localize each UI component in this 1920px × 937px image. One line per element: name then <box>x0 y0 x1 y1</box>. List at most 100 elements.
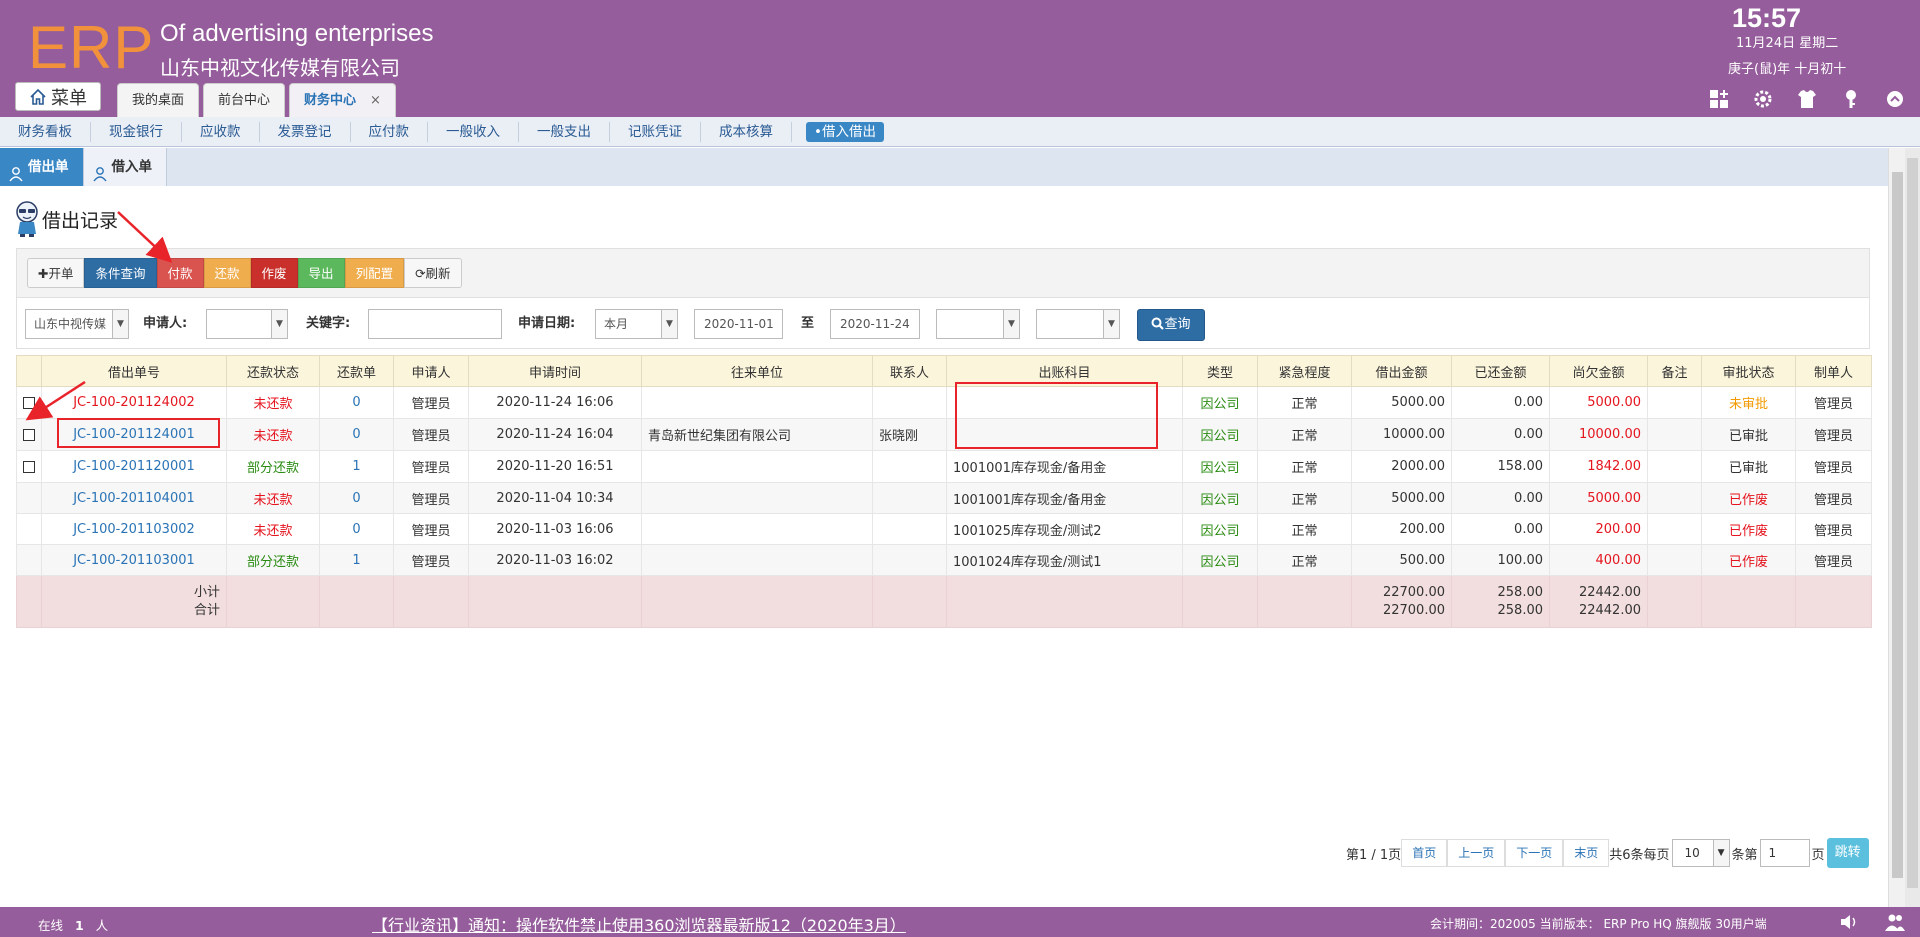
users-icon[interactable] <box>1884 911 1906 933</box>
column-header[interactable]: 往来单位 <box>641 355 873 387</box>
column-header[interactable]: 已还金额 <box>1451 355 1550 387</box>
table-row[interactable]: JC-100-201120001 部分还款 1 管理员 2020-11-20 1… <box>16 450 1872 483</box>
end-date-input[interactable]: 2020-11-24 <box>830 309 920 339</box>
collapse-up-icon[interactable] <box>1884 88 1906 110</box>
repay-count-link[interactable]: 0 <box>319 513 394 545</box>
row-checkbox[interactable] <box>23 460 35 473</box>
applicant-select[interactable]: ▼ <box>206 309 288 339</box>
outer-scrollbar-thumb[interactable] <box>1907 158 1918 888</box>
column-header[interactable]: 申请人 <box>393 355 469 387</box>
company-select[interactable]: 山东中视传媒 ▼ <box>25 309 129 339</box>
menu-button[interactable]: 菜单 <box>15 82 101 111</box>
order-no-link[interactable]: JC-100-201103001 <box>41 544 227 576</box>
tab-finance-center[interactable]: 财务中心 × <box>289 83 396 117</box>
repay-count-link[interactable]: 1 <box>319 544 394 576</box>
tab-my-desktop[interactable]: 我的桌面 <box>117 83 200 117</box>
outer-scrollbar[interactable] <box>1905 148 1920 907</box>
column-header[interactable]: 还款状态 <box>226 355 320 387</box>
column-header[interactable]: 还款单 <box>319 355 394 387</box>
filter-select-1[interactable]: ▼ <box>936 309 1020 339</box>
key-icon[interactable] <box>1840 88 1862 110</box>
filter-select-2[interactable]: ▼ <box>1036 309 1120 339</box>
column-header[interactable]: 尚欠金额 <box>1549 355 1648 387</box>
column-header[interactable]: 审批状态 <box>1701 355 1796 387</box>
subnav-voucher[interactable]: 记账凭证 <box>610 121 701 142</box>
subnav-general-income[interactable]: 一般收入 <box>428 121 519 142</box>
order-no-link[interactable]: JC-100-201124002 <box>41 386 227 419</box>
column-header[interactable]: 申请时间 <box>468 355 642 387</box>
tab-borrow-in[interactable]: 借入单 <box>83 148 167 186</box>
close-tab-icon[interactable]: × <box>370 93 381 108</box>
table-row[interactable]: JC-100-201103001 部分还款 1 管理员 2020-11-03 1… <box>16 544 1872 576</box>
repay-status: 未还款 <box>226 386 320 419</box>
search-icon <box>1151 317 1165 330</box>
per-page-select[interactable]: 10 ▼ <box>1671 839 1730 867</box>
column-header[interactable]: 借出金额 <box>1351 355 1452 387</box>
speaker-icon[interactable] <box>1838 911 1860 933</box>
void-button[interactable]: 作废 <box>250 258 298 288</box>
subnav-invoice[interactable]: 发票登记 <box>260 121 351 142</box>
table-row[interactable]: JC-100-201124002 未还款 0 管理员 2020-11-24 16… <box>16 386 1872 419</box>
order-no-link[interactable]: JC-100-201104001 <box>41 482 227 514</box>
order-no-link[interactable]: JC-100-201103002 <box>41 513 227 545</box>
scrollbar-thumb[interactable] <box>1892 172 1903 878</box>
condition-query-button[interactable]: 条件查询 <box>84 258 157 288</box>
subnav-general-expense[interactable]: 一般支出 <box>519 121 610 142</box>
applicant: 管理员 <box>393 386 469 419</box>
pay-button[interactable]: 付款 <box>156 258 204 288</box>
repay-count-link[interactable]: 0 <box>319 418 394 451</box>
news-ticker-link[interactable]: 【行业资讯】通知：操作软件禁止使用360浏览器最新版12（2020年3月） <box>372 912 906 936</box>
repay-count-link[interactable]: 1 <box>319 450 394 483</box>
subnav-payables[interactable]: 应付款 <box>351 121 428 142</box>
totals-labels: 小计 合计 <box>41 575 227 628</box>
refresh-button[interactable]: ⟳刷新 <box>404 258 462 288</box>
export-button[interactable]: 导出 <box>297 258 345 288</box>
subnav-borrow-lend[interactable]: •借入借出 <box>806 121 884 142</box>
subnav-finance-board[interactable]: 财务看板 <box>0 121 91 142</box>
query-button[interactable]: 查询 <box>1137 309 1205 341</box>
prev-page-button[interactable]: 上一页 <box>1447 839 1506 867</box>
grid-add-icon[interactable] <box>1708 88 1730 110</box>
table-row[interactable]: JC-100-201124001 未还款 0 管理员 2020-11-24 16… <box>16 418 1872 451</box>
period-select[interactable]: 本月 ▼ <box>595 309 678 339</box>
totals-empty-cell <box>1257 575 1352 628</box>
column-header[interactable]: 制单人 <box>1795 355 1872 387</box>
subnav-cash-bank[interactable]: 现金银行 <box>91 121 182 142</box>
column-config-button[interactable]: 列配置 <box>344 258 405 288</box>
totals-empty-cell <box>641 575 873 628</box>
tab-lend-out[interactable]: 借出单 <box>0 148 84 186</box>
last-page-button[interactable]: 末页 <box>1563 839 1610 867</box>
repay-count-link[interactable]: 0 <box>319 482 394 514</box>
gear-icon[interactable] <box>1752 88 1774 110</box>
column-header[interactable]: 紧急程度 <box>1257 355 1352 387</box>
tab-front-center[interactable]: 前台中心 <box>203 83 286 117</box>
column-header[interactable]: 借出单号 <box>41 355 227 387</box>
shirt-icon[interactable] <box>1796 88 1818 110</box>
partner-unit: 青岛新世纪集团有限公司 <box>641 418 873 451</box>
keyword-input[interactable] <box>368 309 502 339</box>
column-header[interactable]: 联系人 <box>872 355 947 387</box>
column-header[interactable]: 类型 <box>1182 355 1258 387</box>
table-row[interactable]: JC-100-201103002 未还款 0 管理员 2020-11-03 16… <box>16 513 1872 545</box>
subnav-cost-accounting[interactable]: 成本核算 <box>701 121 792 142</box>
apply-time: 2020-11-24 16:04 <box>468 418 642 451</box>
next-page-button[interactable]: 下一页 <box>1505 839 1564 867</box>
row-checkbox[interactable] <box>23 428 35 441</box>
owed-amount: 5000.00 <box>1549 482 1648 514</box>
totals-empty-cell <box>872 575 947 628</box>
goto-button[interactable]: 跳转 <box>1826 838 1869 868</box>
column-header[interactable]: 备注 <box>1647 355 1702 387</box>
order-no-link[interactable]: JC-100-201120001 <box>41 450 227 483</box>
new-order-button[interactable]: ✚开单 <box>27 258 85 288</box>
first-page-button[interactable]: 首页 <box>1401 839 1448 867</box>
repay-button[interactable]: 还款 <box>203 258 251 288</box>
clock-time: 15:57 <box>1732 3 1802 33</box>
row-checkbox[interactable] <box>23 396 35 409</box>
vertical-scrollbar[interactable] <box>1888 148 1905 907</box>
type: 因公司 <box>1182 450 1258 483</box>
start-date-input[interactable]: 2020-11-01 <box>694 309 783 339</box>
repay-count-link[interactable]: 0 <box>319 386 394 419</box>
goto-page-input[interactable]: 1 <box>1759 839 1810 867</box>
table-row[interactable]: JC-100-201104001 未还款 0 管理员 2020-11-04 10… <box>16 482 1872 514</box>
subnav-receivables[interactable]: 应收款 <box>182 121 260 142</box>
